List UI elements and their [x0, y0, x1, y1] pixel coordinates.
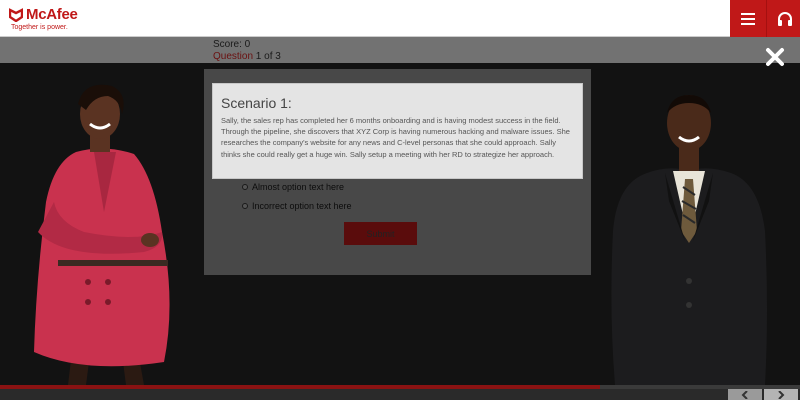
answer-option[interactable]: Incorrect option text here [242, 201, 352, 211]
answer-option[interactable]: Almost option text here [242, 182, 344, 192]
top-header: McAfee Together is power. [0, 0, 800, 37]
question-counter: Question 1 of 3 [213, 51, 281, 62]
mcafee-logo: McAfee Together is power. [9, 6, 119, 34]
headphones-icon [777, 11, 792, 26]
submit-button[interactable]: Submit [344, 222, 417, 245]
question-number: 1 of 3 [253, 51, 281, 62]
menu-button[interactable] [730, 0, 766, 37]
answer-option-label: Almost option text here [252, 182, 345, 192]
man-character-image [611, 95, 767, 385]
scenario-modal: Scenario 1: Sally, the sales rep has com… [212, 83, 583, 179]
close-icon[interactable] [764, 46, 786, 68]
radio-button[interactable] [242, 184, 248, 190]
next-button[interactable] [764, 389, 798, 400]
chevron-left-icon [741, 390, 748, 399]
question-word: Question [213, 51, 254, 62]
quiz-status-bar [0, 37, 800, 63]
progress-fill [0, 385, 600, 389]
brand-name: McAfee [26, 6, 78, 23]
audio-button[interactable] [766, 0, 800, 37]
progress-bar [0, 385, 800, 389]
scenario-title: Scenario 1: [221, 95, 292, 111]
radio-button[interactable] [242, 203, 248, 209]
score-label: Score: 0 [213, 39, 251, 50]
answer-option-label: Incorrect option text here [252, 201, 352, 211]
chevron-right-icon [778, 390, 785, 399]
woman-character-image [34, 84, 170, 385]
scenario-text: Sally, the sales rep has completed her 6… [221, 116, 570, 159]
brand-tagline: Together is power. [11, 24, 68, 31]
shield-icon [9, 7, 23, 22]
previous-button[interactable] [728, 389, 762, 400]
hamburger-icon [741, 12, 755, 25]
